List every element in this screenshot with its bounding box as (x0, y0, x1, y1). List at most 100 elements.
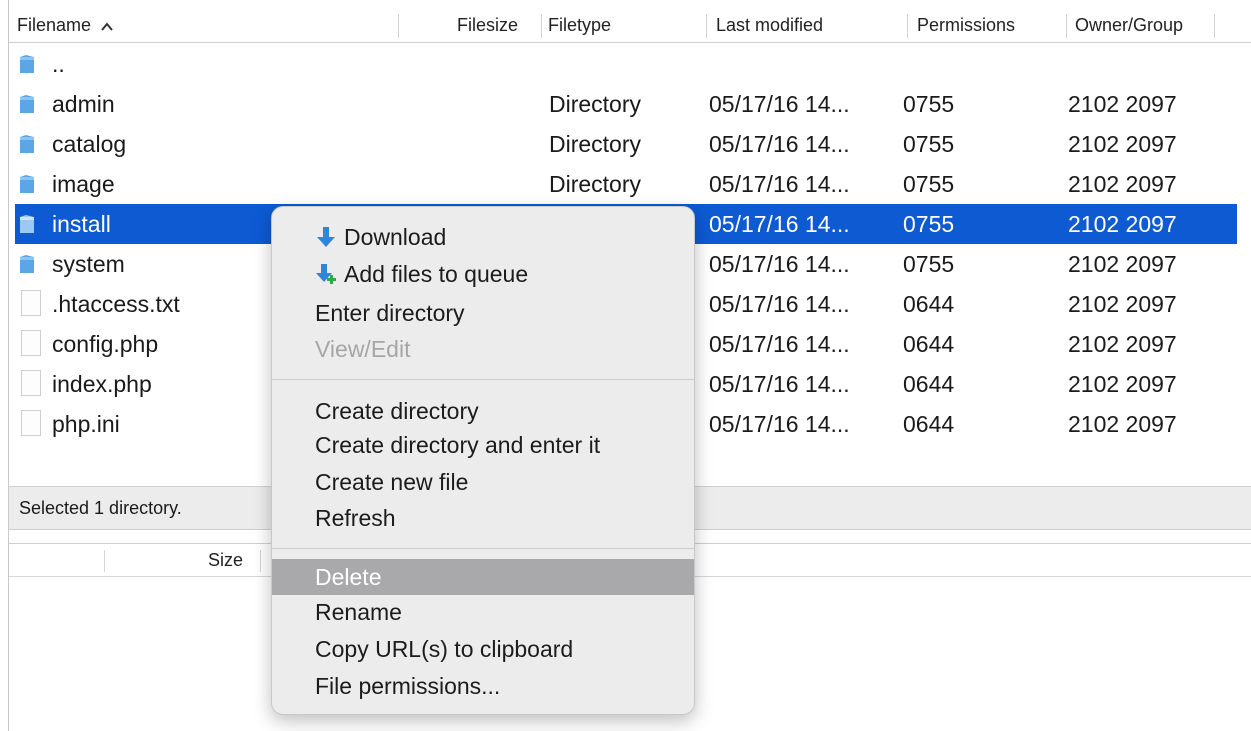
file-modified: 05/17/16 14... (709, 131, 850, 157)
file-permissions: 0755 (903, 251, 955, 277)
header-divider[interactable] (1066, 14, 1067, 38)
menu-item-refresh[interactable]: Refresh (272, 500, 694, 536)
column-filetype[interactable]: Filetype (548, 8, 611, 42)
column-owner-group[interactable]: Owner/Group (1075, 8, 1183, 42)
file-permissions: 0644 (903, 371, 955, 397)
menu-item-label: Enter directory (315, 300, 465, 326)
file-owner: 2102 2097 (1068, 371, 1177, 397)
file-name: catalog (52, 131, 127, 157)
file-owner: 2102 2097 (1068, 171, 1177, 197)
file-permissions: 0644 (903, 411, 955, 437)
table-row[interactable]: image Directory 05/17/16 14... 0755 2102… (15, 164, 1237, 204)
status-text: Selected 1 directory. (19, 498, 182, 518)
menu-divider (272, 379, 694, 380)
header-divider[interactable] (541, 14, 542, 38)
file-name: config.php (52, 331, 159, 357)
file-permissions: 0755 (903, 211, 955, 237)
file-modified: 05/17/16 14... (709, 371, 850, 397)
file-permissions: 0644 (903, 291, 955, 317)
file-permissions: 0755 (903, 171, 955, 197)
column-filename[interactable]: Filename (17, 8, 113, 42)
file-modified: 05/17/16 14... (709, 91, 850, 117)
file-owner: 2102 2097 (1068, 131, 1177, 157)
menu-item-create-new-file[interactable]: Create new file (272, 464, 694, 500)
file-modified: 05/17/16 14... (709, 291, 850, 317)
file-owner: 2102 2097 (1068, 251, 1177, 277)
menu-item-label: Download (344, 224, 447, 250)
file-modified: 05/17/16 14... (709, 211, 850, 237)
file-name: image (52, 171, 115, 197)
file-name: .htaccess.txt (52, 291, 180, 317)
file-type: Directory (549, 171, 642, 197)
menu-item-label: Rename (315, 599, 402, 625)
file-modified: 05/17/16 14... (709, 251, 850, 277)
column-permissions[interactable]: Permissions (917, 8, 1015, 42)
menu-item-create-directory[interactable]: Create directory (272, 393, 694, 429)
file-owner: 2102 2097 (1068, 411, 1177, 437)
chevron-up-icon (101, 22, 113, 31)
file-name: system (52, 251, 125, 277)
folder-icon (20, 175, 34, 193)
file-icon (21, 410, 41, 436)
table-row[interactable]: catalog Directory 05/17/16 14... 0755 21… (15, 124, 1237, 164)
file-modified: 05/17/16 14... (709, 411, 850, 437)
menu-item-label: Delete (315, 564, 382, 590)
file-icon (21, 370, 41, 396)
menu-item-copy-url[interactable]: Copy URL(s) to clipboard (272, 631, 694, 667)
header-divider[interactable] (104, 550, 105, 572)
file-icon (21, 330, 41, 356)
menu-item-label: Create directory and enter it (315, 432, 601, 458)
header-divider[interactable] (398, 14, 399, 38)
download-arrow-icon (317, 227, 335, 247)
menu-item-delete[interactable]: Delete (272, 559, 694, 595)
menu-item-label: Create new file (315, 469, 469, 495)
folder-icon (20, 95, 34, 113)
file-name: index.php (52, 371, 152, 397)
menu-item-label: File permissions... (315, 673, 501, 699)
add-to-queue-icon (316, 264, 336, 284)
folder-icon (20, 135, 34, 153)
header-divider[interactable] (260, 550, 261, 572)
file-owner: 2102 2097 (1068, 211, 1177, 237)
file-name: install (52, 211, 111, 237)
menu-divider (272, 548, 694, 549)
file-owner: 2102 2097 (1068, 91, 1177, 117)
file-name: admin (52, 91, 115, 117)
file-type: Directory (549, 91, 642, 117)
menu-item-download[interactable]: Download (272, 219, 694, 255)
file-name: php.ini (52, 411, 120, 437)
table-row[interactable]: admin Directory 05/17/16 14... 0755 2102… (15, 84, 1237, 124)
folder-icon (20, 55, 34, 73)
menu-item-rename[interactable]: Rename (272, 594, 694, 630)
file-permissions: 0644 (903, 331, 955, 357)
table-row[interactable]: .. (15, 44, 1237, 84)
file-modified: 05/17/16 14... (709, 331, 850, 357)
file-owner: 2102 2097 (1068, 291, 1177, 317)
file-permissions: 0755 (903, 91, 955, 117)
header-divider[interactable] (706, 14, 707, 38)
menu-item-add-to-queue[interactable]: Add files to queue (272, 256, 694, 292)
menu-item-label: Add files to queue (344, 261, 529, 287)
context-menu: Download Add files to queue Enter direct… (271, 206, 695, 715)
menu-item-create-directory-enter[interactable]: Create directory and enter it (272, 427, 694, 463)
file-icon (21, 290, 41, 316)
column-size[interactable]: Size (208, 544, 243, 576)
header-divider[interactable] (1214, 14, 1215, 38)
file-modified: 05/17/16 14... (709, 171, 850, 197)
column-filesize[interactable]: Filesize (457, 8, 518, 42)
file-name: .. (52, 51, 65, 77)
file-owner: 2102 2097 (1068, 331, 1177, 357)
column-filename-label: Filename (17, 15, 92, 35)
folder-icon (20, 215, 34, 233)
file-list-header: Filename Filesize Filetype Last modified… (9, 8, 1251, 43)
menu-item-enter-directory[interactable]: Enter directory (272, 295, 694, 331)
file-type: Directory (549, 131, 642, 157)
menu-item-file-permissions[interactable]: File permissions... (272, 668, 694, 704)
column-last-modified[interactable]: Last modified (716, 8, 823, 42)
menu-item-label: View/Edit (315, 336, 411, 362)
header-divider[interactable] (907, 14, 908, 38)
menu-item-label: Create directory (315, 398, 479, 424)
folder-icon (20, 255, 34, 273)
menu-item-label: Copy URL(s) to clipboard (315, 636, 574, 662)
file-permissions: 0755 (903, 131, 955, 157)
